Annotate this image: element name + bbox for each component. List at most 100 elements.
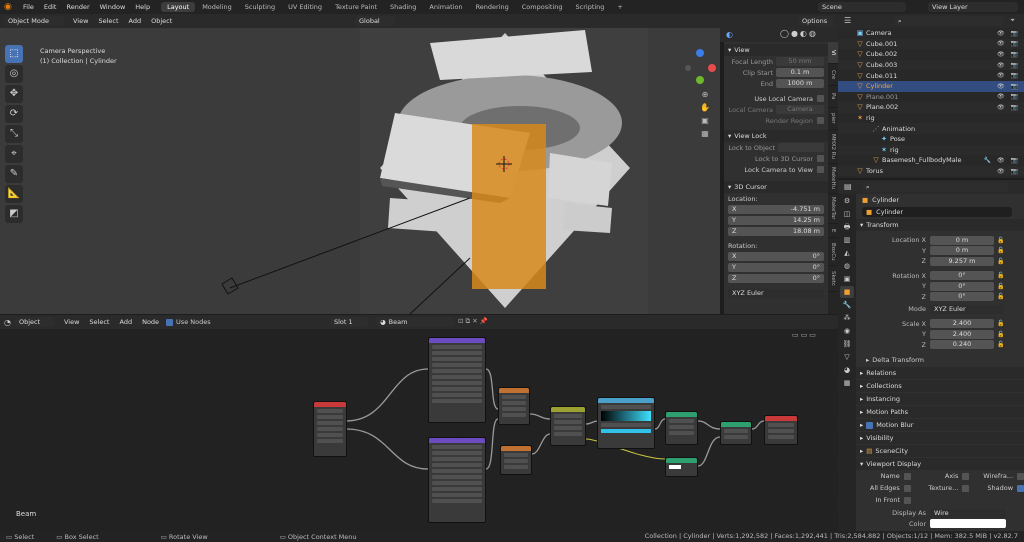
outliner-row-cylinder[interactable]: ▽ Cylinder 👁 📷 [838,80,1024,92]
blender-logo-icon[interactable]: ◉ [4,2,14,12]
outliner-editor-icon[interactable]: ☰ [844,16,851,25]
gradient-texture-node[interactable] [498,387,530,425]
viewport-menu-view[interactable]: View [68,17,93,25]
menu-window[interactable]: Window [95,3,131,11]
display-name-checkbox[interactable] [903,472,911,480]
use-nodes-checkbox[interactable] [166,318,174,326]
local-camera-field[interactable]: Camera [776,105,824,114]
sidebar-tab-view[interactable]: Vi [828,42,838,64]
workspace-tab-animation[interactable]: Animation [423,2,468,12]
shading-modes-icon[interactable]: ◯●◐◍ [780,29,818,38]
outliner-row-torus[interactable]: ▽ Torus 👁 📷 [838,165,1024,177]
math-node[interactable] [550,406,586,446]
use-local-camera-checkbox[interactable] [817,95,824,102]
node-menu-add[interactable]: Add [114,318,137,326]
rotation-z-field[interactable]: 0° [930,292,994,302]
material-slot-dropdown[interactable]: Slot 1 [330,317,368,327]
visibility-icons[interactable]: 👁 📷 [997,51,1020,58]
node-menu-node[interactable]: Node [137,318,164,326]
noise-texture-node[interactable] [500,445,532,475]
outliner-row-basemesh[interactable]: ▽ Basemesh_FullbodyMale 🔧 👁 📷 [838,155,1024,166]
texture-space-checkbox[interactable] [962,484,970,492]
outliner-row-cube001[interactable]: ▽ Cube.001 👁 📷 [838,38,1024,50]
object-mode-dropdown[interactable]: Object Mode [4,16,64,26]
outliner-row-cube003[interactable]: ▽ Cube.003 👁 📷 [838,59,1024,71]
display-axis-checkbox[interactable] [962,472,970,480]
sidebar-tab-sketch[interactable]: Sketc [828,266,838,292]
pan-hand-icon[interactable]: ✋ [700,101,710,114]
cursor-rotation-mode-dropdown[interactable]: XYZ Euler [728,289,824,298]
viewport-menu-object[interactable]: Object [146,17,177,25]
sidebar-tab-pier[interactable]: pier [828,108,838,130]
menu-help[interactable]: Help [130,3,155,11]
menu-edit[interactable]: Edit [39,3,62,11]
cursor-loc-z-field[interactable]: Z 18.08 m [728,227,824,236]
sidebar-tab-e[interactable]: E [828,224,838,238]
outliner-row-cube011[interactable]: ▽ Cube.011 👁 📷 [838,70,1024,81]
visibility-icons[interactable]: 👁 📷 [997,168,1020,175]
scenecity-header[interactable]: ▸ ▤ SceneCity [856,445,1024,457]
properties-editor-icon[interactable]: ▤ [844,182,852,191]
menu-render[interactable]: Render [61,3,94,11]
view-lock-header[interactable]: ▾ View Lock [724,130,828,142]
visibility-icons[interactable]: 👁 📷 [997,30,1020,37]
workspace-tab-layout[interactable]: Layout [161,2,196,12]
outliner-row-camera[interactable]: ▣ Camera 👁 📷 [838,28,1024,39]
annotate-tool-icon[interactable]: ✎ [5,165,23,183]
particles-tab-icon[interactable]: ⁂ [840,312,854,324]
object-data-tab-icon[interactable]: ▽ [840,351,854,363]
measure-tool-icon[interactable]: 📐 [5,185,23,203]
filter-icon[interactable]: ⏷ [1010,16,1015,25]
constraints-tab-icon[interactable]: ⛓ [840,338,854,350]
tool-tab-icon[interactable]: ⚙ [840,195,854,207]
visibility-icons[interactable]: 👁 📷 [997,83,1020,90]
all-edges-checkbox[interactable] [903,484,911,492]
perspective-toggle-icon[interactable]: ▦ [700,127,710,140]
viewport-nav-buttons[interactable]: ⊕ ✋ ▣ ▦ [700,88,710,140]
outliner-row-plane001[interactable]: ▽ Plane.001 👁 📷 [838,92,1024,103]
viewport-menu-add[interactable]: Add [124,17,147,25]
outliner-row-rig-data[interactable]: ✶ rig [838,144,1024,156]
location-z-field[interactable]: 9.257 m [930,256,994,266]
output-tab-icon[interactable]: 🖶 [840,221,854,233]
lock-camera-checkbox[interactable] [817,166,824,173]
move-tool-icon[interactable]: ✥ [5,85,23,103]
lock-icon[interactable]: 🔓 [997,341,1004,348]
select-box-tool-icon[interactable]: ⬚ [5,45,23,63]
options-dropdown[interactable]: Options [798,16,834,26]
workspace-tab-compositing[interactable]: Compositing [516,2,569,12]
physics-tab-icon[interactable]: ◉ [840,325,854,337]
texture-coordinate-node[interactable] [313,401,347,457]
visibility-header[interactable]: ▸ Visibility [856,432,1024,444]
sidebar-tab-mhx2[interactable]: MHX2 Ru [828,130,838,164]
lock-to-object-field[interactable] [778,143,824,152]
viewport-shading-icon[interactable]: ◐ [726,30,733,39]
visibility-icons[interactable]: 👁 📷 [997,72,1020,79]
view-layer-tab-icon[interactable]: ▥ [840,234,854,246]
lock-icon[interactable]: 🔓 [997,320,1004,327]
scale-z-field[interactable]: 0.240 [930,340,994,350]
mapping-node-top[interactable] [428,337,486,423]
clip-start-field[interactable]: 0.1 m [776,68,824,77]
collection-tab-icon[interactable]: ▣ [840,273,854,285]
node-canvas[interactable]: Beam ▭▭▭ [0,329,838,531]
editor-type-icon[interactable]: ◔ [4,318,11,327]
render-region-checkbox[interactable] [817,117,824,124]
lock-to-cursor-checkbox[interactable] [817,155,824,162]
outliner-row-rig[interactable]: ✶ rig [838,113,1024,124]
outliner-row-animation[interactable]: ⋰ Animation [838,123,1024,134]
shader-type-dropdown[interactable]: Object [14,317,55,327]
lock-icon[interactable]: 🔓 [997,247,1004,254]
scale-y-field[interactable]: 2.400 [930,329,994,339]
scene-selector[interactable]: Scene [818,2,906,12]
cursor-rot-z-field[interactable]: Z 0° [728,274,824,283]
collections-header[interactable]: ▸ Collections [856,380,1024,392]
delta-transform-row[interactable]: ▸ Delta Transform [856,354,1024,366]
workspace-tab-modeling[interactable]: Modeling [196,2,238,12]
sidebar-tab-pa[interactable]: Pa [828,86,838,108]
add-workspace-icon[interactable]: + [611,2,628,12]
material-selector[interactable]: ◕ Beam [376,317,454,327]
transform-header[interactable]: ▾ Transform [856,219,1024,231]
rotation-y-field[interactable]: 0° [930,281,994,291]
lock-icon[interactable]: 🔓 [997,283,1004,290]
